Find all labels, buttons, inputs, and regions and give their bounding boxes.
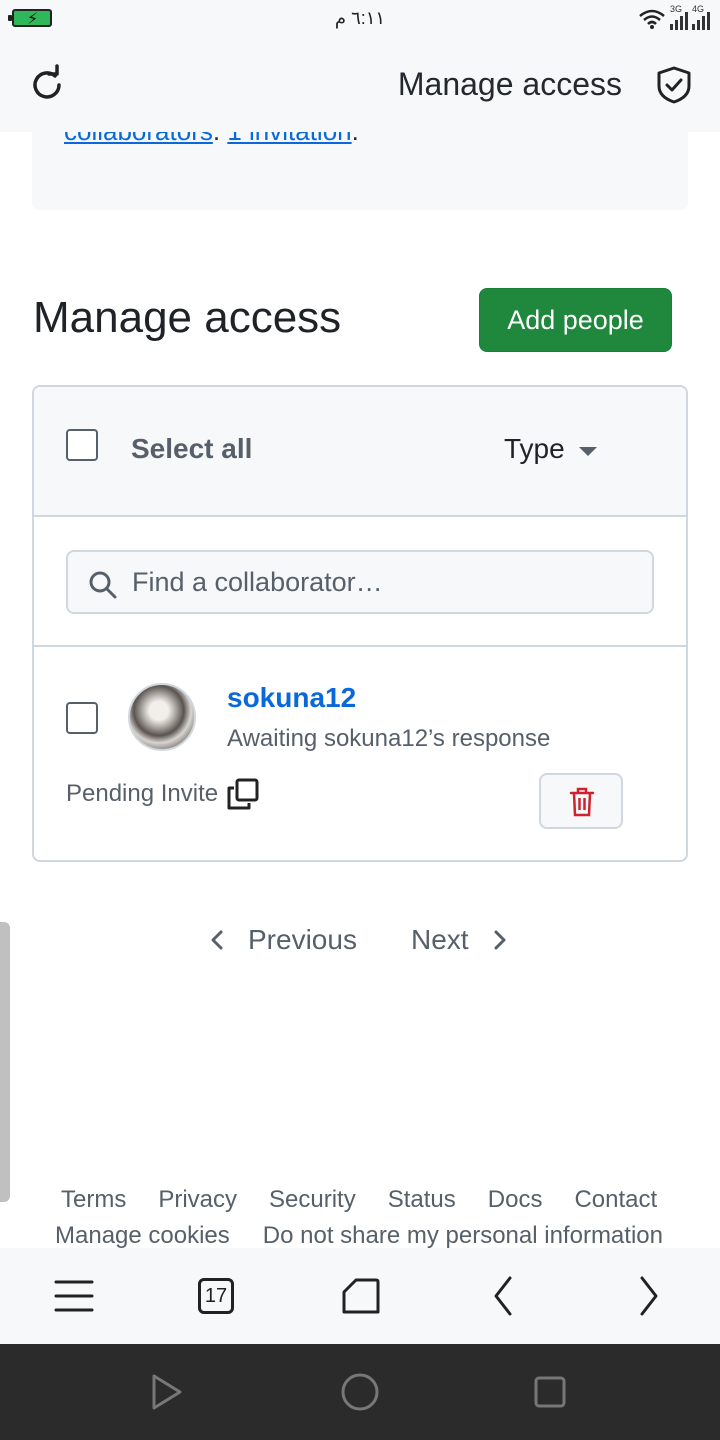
remove-collaborator-button[interactable]	[539, 773, 623, 829]
search-field[interactable]	[66, 550, 654, 614]
page-heading: Manage access	[33, 293, 342, 342]
footer-link-docs[interactable]: Docs	[488, 1186, 543, 1214]
signal-4g-icon: 4G	[692, 4, 710, 30]
pending-invite-label: Pending Invite	[66, 780, 219, 807]
type-filter-label: Type	[504, 433, 565, 464]
menu-icon[interactable]	[52, 1274, 96, 1318]
browser-bottom-bar: 17	[0, 1248, 720, 1344]
status-bar: ⚡ ٦:١١ م 3G 4G	[0, 0, 720, 36]
footer-link-do-not-share[interactable]: Do not share my personal information	[263, 1222, 663, 1248]
reload-icon[interactable]	[26, 64, 68, 106]
page-title-bar: Manage access	[397, 66, 622, 102]
home-icon[interactable]	[338, 1274, 382, 1318]
collaborators-box: Select all Type sokuna12 Awaiting sokuna…	[32, 385, 688, 862]
footer-link-status[interactable]: Status	[388, 1186, 456, 1214]
row-checkbox[interactable]	[66, 702, 98, 734]
footer-link-security[interactable]: Security	[269, 1186, 356, 1214]
invite-status-text: Awaiting sokuna12’s response	[227, 725, 551, 752]
caret-down-icon	[578, 446, 597, 456]
scroll-indicator[interactable]	[0, 922, 10, 1202]
site-footer: Terms Privacy Security Status Docs Conta…	[0, 1186, 720, 1248]
shield-check-icon[interactable]	[656, 66, 692, 104]
select-all-checkbox[interactable]	[66, 429, 98, 461]
previous-label: Previous	[248, 924, 357, 955]
chevron-left-icon	[211, 930, 223, 950]
select-all-label: Select all	[131, 433, 253, 464]
avatar	[128, 683, 196, 751]
wifi-icon	[639, 9, 665, 29]
footer-link-terms[interactable]: Terms	[61, 1186, 126, 1214]
system-navigation-bar	[0, 1344, 720, 1440]
status-time: ٦:١١ م	[334, 8, 386, 28]
type-filter-dropdown[interactable]: Type	[504, 433, 597, 465]
forward-icon[interactable]	[626, 1274, 670, 1318]
next-label: Next	[411, 924, 469, 955]
add-people-button[interactable]: Add people	[479, 288, 672, 352]
system-overview-icon[interactable]	[530, 1372, 570, 1412]
search-input[interactable]	[132, 558, 632, 606]
tabs-count-button[interactable]: 17	[198, 1278, 234, 1314]
footer-links-row-2: Manage cookies Do not share my personal …	[55, 1222, 663, 1248]
back-icon[interactable]	[482, 1274, 526, 1318]
trash-icon	[569, 787, 595, 817]
collaborator-row: sokuna12 Awaiting sokuna12’s response Pe…	[34, 647, 686, 860]
previous-page-button[interactable]: Previous	[208, 924, 357, 956]
system-home-icon[interactable]	[340, 1372, 380, 1412]
network-indicators: 3G 4G	[638, 4, 710, 30]
search-icon	[89, 571, 117, 599]
recents-play-icon[interactable]	[146, 1372, 186, 1412]
pagination: Previous Next	[0, 920, 720, 964]
signal-3g-icon: 3G	[670, 4, 688, 30]
chevron-right-icon	[494, 930, 506, 950]
footer-link-manage-cookies[interactable]: Manage cookies	[55, 1222, 230, 1248]
footer-link-contact[interactable]: Contact	[574, 1186, 657, 1214]
browser-top-bar: Manage access	[0, 36, 720, 132]
footer-links-row: Terms Privacy Security Status Docs Conta…	[61, 1186, 657, 1214]
battery-icon: ⚡	[8, 9, 52, 28]
collaborator-username-link[interactable]: sokuna12	[227, 682, 356, 714]
collaborators-header: Select all Type	[34, 387, 686, 517]
next-page-button[interactable]: Next	[411, 924, 509, 956]
footer-link-privacy[interactable]: Privacy	[158, 1186, 237, 1214]
copy-icon[interactable]	[226, 777, 260, 811]
search-section	[34, 517, 686, 647]
pending-invite: Pending Invite	[66, 777, 260, 811]
